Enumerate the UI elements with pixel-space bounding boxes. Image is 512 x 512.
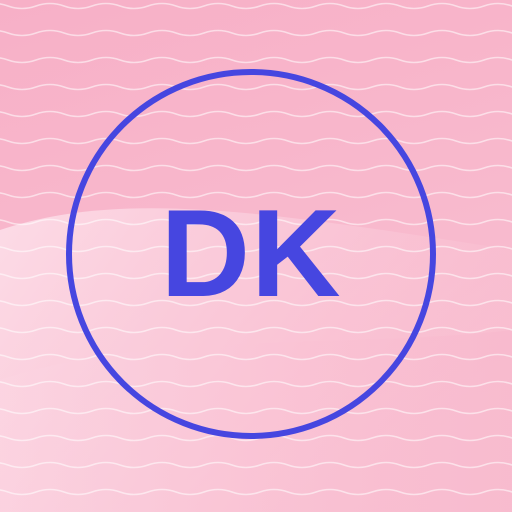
monogram-text: DK — [160, 185, 342, 323]
app-icon: DK — [0, 0, 512, 512]
